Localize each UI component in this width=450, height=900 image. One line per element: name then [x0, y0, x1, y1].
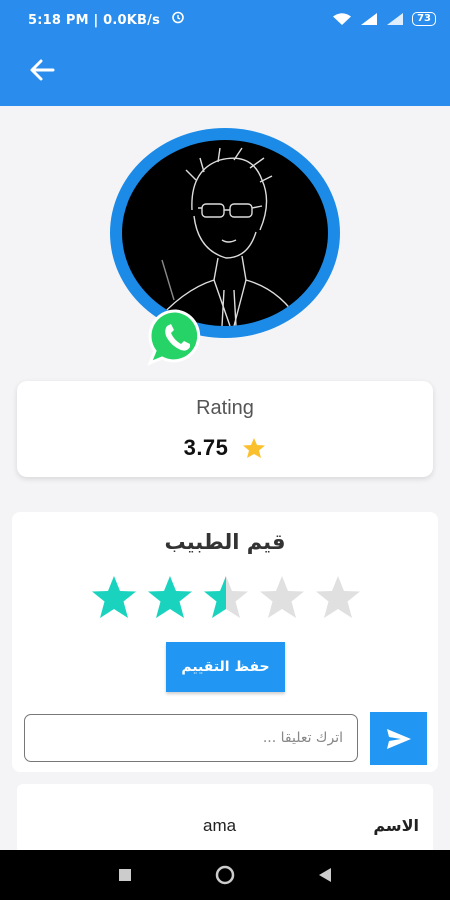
- back-button[interactable]: [26, 54, 58, 86]
- rating-star-5[interactable]: [314, 574, 362, 620]
- status-time-text: 5:18 PM | 0.0KB/s: [28, 13, 161, 28]
- send-comment-button[interactable]: [370, 712, 427, 765]
- app-bar: [0, 38, 450, 106]
- home-button[interactable]: [213, 863, 237, 887]
- rating-star-4[interactable]: [258, 574, 306, 620]
- star-icon: [243, 438, 266, 458]
- star-rating-input[interactable]: [90, 574, 370, 620]
- profile-avatar: [110, 128, 340, 366]
- signal-icon: [361, 13, 378, 25]
- rating-star-2[interactable]: [146, 574, 194, 620]
- recents-button[interactable]: [113, 863, 137, 887]
- signal-icon: [387, 13, 404, 25]
- back-nav-button[interactable]: [313, 863, 337, 887]
- rating-value: 3.75: [183, 435, 229, 460]
- rating-row: 3.75: [17, 435, 433, 461]
- triangle-back-icon: [319, 868, 331, 882]
- system-nav-bar: [0, 850, 450, 900]
- send-icon: [386, 728, 411, 749]
- rate-doctor-title: قيم الطبيب: [164, 530, 286, 554]
- whatsapp-button[interactable]: [146, 308, 206, 366]
- avatar-sketch-image: [151, 147, 303, 326]
- name-value: ama: [203, 816, 237, 835]
- rating-star-3[interactable]: [202, 574, 250, 620]
- rating-card: Rating 3.75: [17, 381, 433, 477]
- status-icons: 73: [332, 12, 436, 26]
- save-rating-button[interactable]: حفظ التقييم: [166, 642, 285, 692]
- whatsapp-icon: [147, 309, 201, 366]
- wifi-icon: [333, 13, 352, 25]
- name-label: الاسم: [373, 816, 419, 835]
- status-time: 5:18 PM | 0.0KB/s: [28, 10, 332, 28]
- alarm-icon: [171, 11, 184, 24]
- square-icon: [119, 869, 131, 881]
- circle-icon: [215, 865, 235, 885]
- comment-input[interactable]: [24, 714, 358, 762]
- avatar-photo: [122, 140, 328, 326]
- rate-doctor-card: قيم الطبيب حفظ التقييم: [12, 512, 438, 772]
- arrow-left-icon: [30, 59, 55, 81]
- rating-title: Rating: [196, 397, 254, 419]
- status-bar: 5:18 PM | 0.0KB/s 73: [0, 0, 450, 38]
- battery-indicator: 73: [412, 12, 436, 26]
- rating-star-1[interactable]: [90, 574, 138, 620]
